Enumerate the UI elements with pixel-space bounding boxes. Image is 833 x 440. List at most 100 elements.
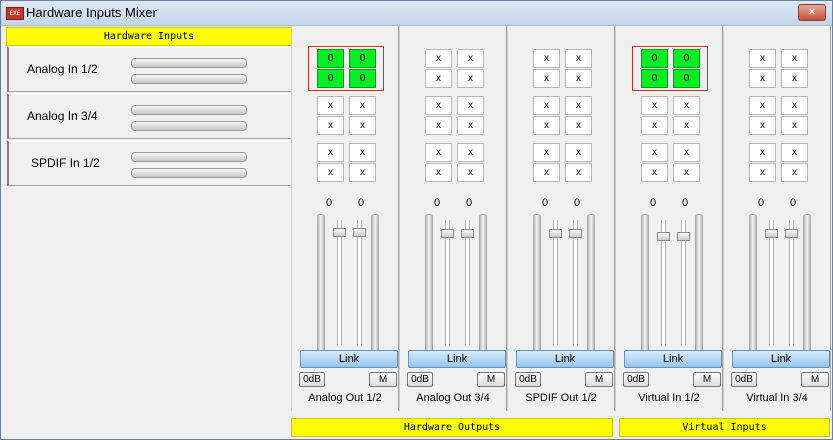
route-matrix-cell[interactable]: x: [565, 116, 592, 135]
fader-knob-right[interactable]: [569, 229, 582, 238]
route-matrix-cell[interactable]: x: [673, 116, 700, 135]
hardware-inputs-panel: Hardware Inputs Analog In 1/2 Analog In …: [4, 26, 293, 434]
strip-label: Analog Out 3/4: [416, 392, 490, 404]
route-matrix-cell[interactable]: x: [749, 96, 776, 115]
mute-button[interactable]: M: [801, 372, 829, 387]
route-matrix-cell[interactable]: 0: [349, 69, 376, 88]
route-matrix-cell[interactable]: 0: [673, 69, 700, 88]
strip-label: Analog Out 1/2: [308, 392, 382, 404]
route-matrix-cell[interactable]: x: [317, 143, 344, 162]
link-button[interactable]: Link: [624, 350, 722, 368]
route-matrix-cell[interactable]: x: [533, 116, 560, 135]
gain-readout-right: 0: [681, 197, 689, 209]
route-matrix-cell[interactable]: x: [781, 116, 808, 135]
route-matrix-cell[interactable]: 0: [317, 69, 344, 88]
route-matrix-cell[interactable]: x: [781, 96, 808, 115]
fader-rail-left: [769, 220, 774, 346]
mute-button[interactable]: M: [369, 372, 397, 387]
route-matrix-cell[interactable]: x: [673, 96, 700, 115]
route-matrix-cell[interactable]: x: [565, 143, 592, 162]
route-matrix-cell[interactable]: x: [641, 96, 668, 115]
input-row-spdif-1-2: SPDIF In 1/2: [7, 140, 293, 186]
zero-db-button[interactable]: 0dB: [731, 372, 757, 387]
route-matrix-cell[interactable]: x: [457, 143, 484, 162]
zero-db-button[interactable]: 0dB: [623, 372, 649, 387]
route-matrix-cell[interactable]: x: [425, 69, 452, 88]
route-matrix-cell[interactable]: x: [749, 49, 776, 68]
fader-track-outer-right: [479, 214, 487, 353]
zero-db-button[interactable]: 0dB: [299, 372, 325, 387]
route-matrix-cell[interactable]: x: [349, 96, 376, 115]
close-button[interactable]: ×: [798, 4, 826, 21]
route-matrix-cell[interactable]: x: [641, 116, 668, 135]
route-matrix-cell[interactable]: 0: [673, 49, 700, 68]
route-matrix-cell[interactable]: x: [749, 69, 776, 88]
route-matrix-cell[interactable]: x: [533, 163, 560, 182]
route-matrix-cell[interactable]: x: [533, 143, 560, 162]
mute-button[interactable]: M: [693, 372, 721, 387]
route-matrix-cell[interactable]: x: [425, 143, 452, 162]
fader-knob-left[interactable]: [333, 228, 346, 237]
route-matrix-cell[interactable]: x: [425, 49, 452, 68]
fader-knob-right[interactable]: [677, 232, 690, 241]
route-matrix-cell[interactable]: x: [565, 49, 592, 68]
fader-knob-right[interactable]: [461, 229, 474, 238]
route-matrix-cell[interactable]: x: [425, 96, 452, 115]
route-matrix-cell[interactable]: x: [565, 163, 592, 182]
zero-db-button[interactable]: 0dB: [407, 372, 433, 387]
link-button[interactable]: Link: [408, 350, 506, 368]
gain-readout-left: 0: [757, 197, 765, 209]
link-button[interactable]: Link: [732, 350, 830, 368]
route-matrix-cell[interactable]: x: [533, 49, 560, 68]
fader-knob-right[interactable]: [353, 228, 366, 237]
route-matrix-cell[interactable]: x: [317, 163, 344, 182]
fader-knob-left[interactable]: [441, 229, 454, 238]
zero-db-button[interactable]: 0dB: [515, 372, 541, 387]
fader-knob-left[interactable]: [765, 229, 778, 238]
route-matrix-cell[interactable]: x: [673, 163, 700, 182]
route-matrix-cell[interactable]: x: [781, 163, 808, 182]
route-matrix-cell[interactable]: x: [533, 69, 560, 88]
route-matrix-cell[interactable]: x: [781, 143, 808, 162]
route-matrix-cell[interactable]: x: [317, 116, 344, 135]
route-matrix-cell[interactable]: x: [317, 96, 344, 115]
route-matrix-cell[interactable]: x: [457, 96, 484, 115]
route-matrix-cell[interactable]: x: [749, 143, 776, 162]
route-matrix-cell[interactable]: 0: [349, 49, 376, 68]
route-matrix-cell[interactable]: x: [641, 163, 668, 182]
input-label: Analog In 3/4: [27, 109, 98, 123]
route-matrix-cell[interactable]: x: [425, 163, 452, 182]
mixer-strip: x x x x x x x x x x x x 0 0 Link 0dB M SPDIF Out 1/2: [507, 26, 615, 411]
route-matrix-cell[interactable]: 0: [317, 49, 344, 68]
level-meter-left: [131, 105, 247, 115]
route-matrix-cell[interactable]: x: [565, 96, 592, 115]
route-matrix-cell[interactable]: x: [749, 163, 776, 182]
fader-knob-right[interactable]: [785, 229, 798, 238]
route-matrix-cell[interactable]: 0: [641, 49, 668, 68]
route-matrix-cell[interactable]: 0: [641, 69, 668, 88]
link-button[interactable]: Link: [516, 350, 614, 368]
route-matrix-cell[interactable]: x: [349, 143, 376, 162]
route-matrix-cell[interactable]: x: [457, 116, 484, 135]
link-button[interactable]: Link: [300, 350, 398, 368]
route-matrix-cell[interactable]: x: [349, 163, 376, 182]
level-meter-right: [131, 121, 247, 131]
input-label: SPDIF In 1/2: [31, 156, 100, 170]
route-matrix-cell[interactable]: x: [565, 69, 592, 88]
route-matrix-cell[interactable]: x: [349, 116, 376, 135]
route-matrix-cell[interactable]: x: [457, 49, 484, 68]
route-matrix-cell[interactable]: x: [749, 116, 776, 135]
fader-knob-left[interactable]: [549, 229, 562, 238]
route-matrix-cell[interactable]: x: [781, 69, 808, 88]
mute-button[interactable]: M: [585, 372, 613, 387]
route-matrix-cell[interactable]: x: [533, 96, 560, 115]
route-matrix-cell[interactable]: x: [457, 69, 484, 88]
route-matrix-cell[interactable]: x: [457, 163, 484, 182]
route-matrix-cell[interactable]: x: [425, 116, 452, 135]
route-matrix-cell[interactable]: x: [641, 143, 668, 162]
route-matrix-cell[interactable]: x: [673, 143, 700, 162]
mute-button[interactable]: M: [477, 372, 505, 387]
route-matrix-cell[interactable]: x: [781, 49, 808, 68]
fader-rail-right: [357, 220, 362, 346]
fader-knob-left[interactable]: [657, 232, 670, 241]
